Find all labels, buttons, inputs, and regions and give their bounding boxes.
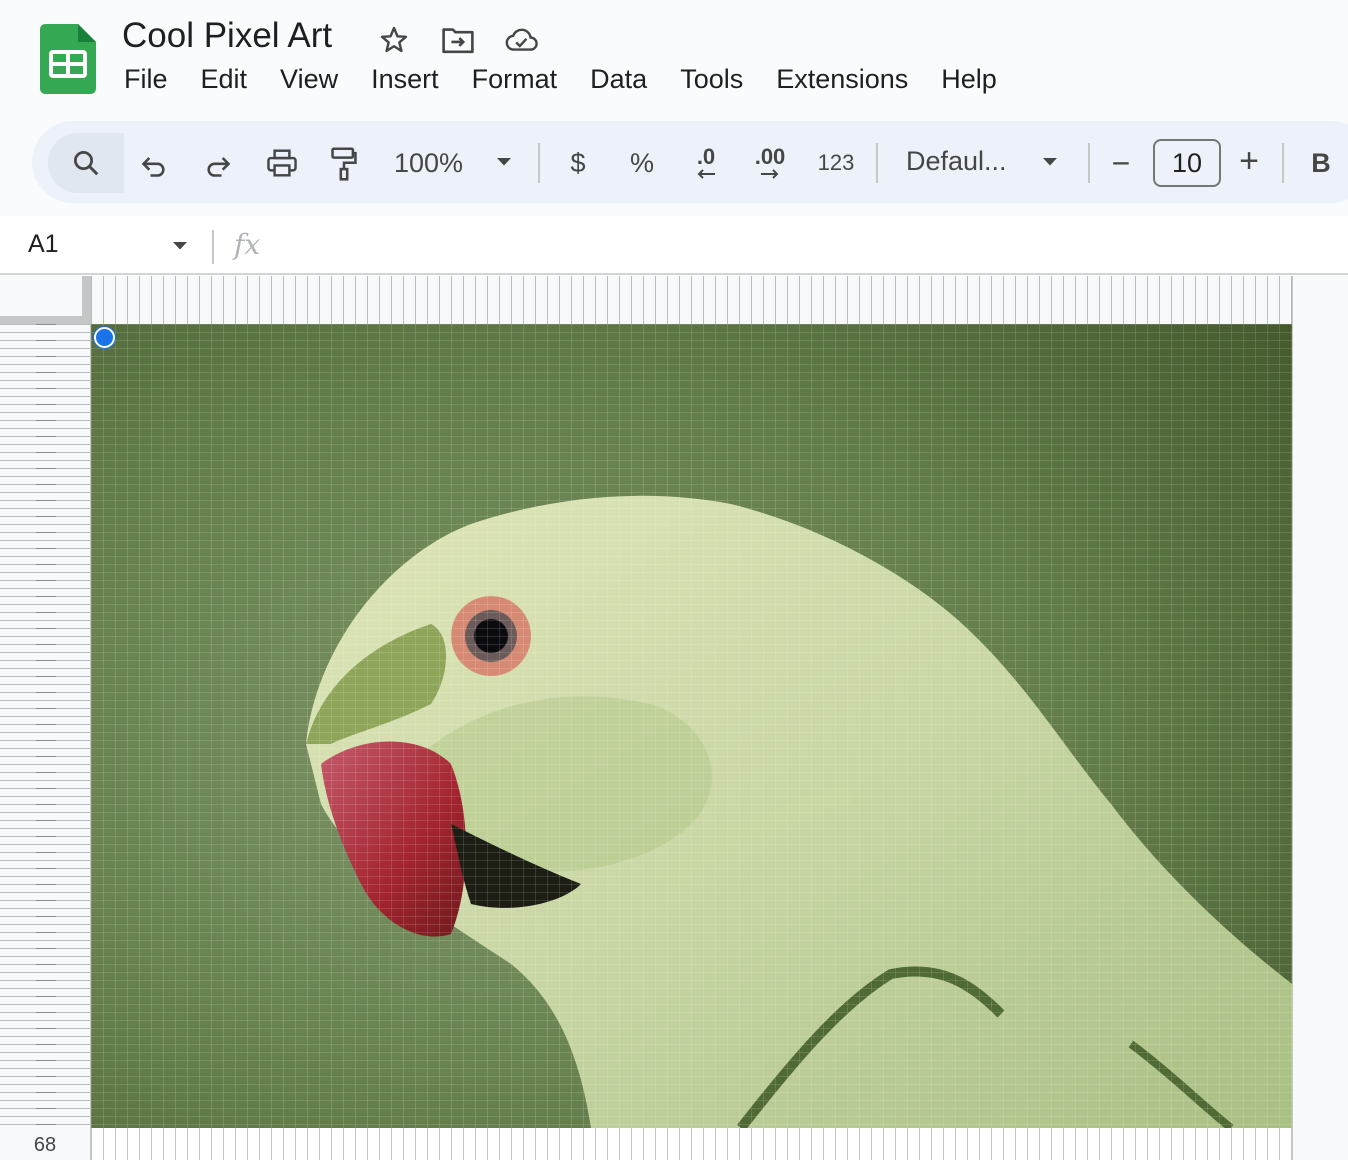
- print-icon[interactable]: [262, 143, 302, 183]
- toolbar-divider: [1088, 143, 1090, 183]
- font-dropdown-icon[interactable]: [1038, 150, 1062, 174]
- currency-format-button[interactable]: $: [562, 143, 594, 183]
- arrow-right-icon: [761, 169, 779, 179]
- row-number-label: 68: [33, 1134, 57, 1156]
- cloud-saved-icon[interactable]: [503, 22, 539, 58]
- fx-icon: fx: [234, 228, 261, 261]
- menu-extensions[interactable]: Extensions: [776, 64, 908, 95]
- decrease-decimal-label: .0: [696, 144, 716, 169]
- name-box-dropdown-icon[interactable]: [170, 236, 190, 256]
- parrot-pixel-image: [91, 324, 1292, 1128]
- toolbar-divider: [876, 143, 878, 183]
- star-icon[interactable]: [376, 22, 412, 58]
- bold-button[interactable]: B: [1306, 143, 1336, 183]
- formula-input[interactable]: [280, 226, 1280, 264]
- menu-data[interactable]: Data: [590, 64, 647, 95]
- increase-font-size-button[interactable]: +: [1234, 141, 1264, 181]
- row-headers[interactable]: [0, 324, 91, 1128]
- pixel-art-cells[interactable]: [91, 324, 1292, 1128]
- toolbar-divider: [1282, 143, 1284, 183]
- decrease-decimal-button[interactable]: .0: [684, 141, 728, 185]
- document-title[interactable]: Cool Pixel Art: [122, 16, 332, 56]
- increase-decimal-button[interactable]: .00: [748, 141, 792, 185]
- row-number-labels: [36, 324, 56, 1128]
- decrease-font-size-button[interactable]: −: [1106, 143, 1136, 183]
- menu-help[interactable]: Help: [941, 64, 997, 95]
- menu-insert[interactable]: Insert: [371, 64, 439, 95]
- number-format-button[interactable]: 123: [810, 143, 862, 183]
- menu-view[interactable]: View: [280, 64, 338, 95]
- formula-divider: [212, 230, 214, 264]
- column-headers[interactable]: [91, 276, 1292, 325]
- menu-edit[interactable]: Edit: [201, 64, 248, 95]
- row-freeze-handle[interactable]: [0, 316, 91, 324]
- font-select[interactable]: Defaul...: [906, 141, 1007, 181]
- increase-decimal-label: .00: [754, 144, 786, 169]
- zoom-dropdown-icon[interactable]: [492, 150, 516, 174]
- toolbar-divider: [538, 143, 540, 183]
- percent-format-button[interactable]: %: [626, 143, 658, 183]
- grid-right-gutter: [1292, 276, 1348, 1160]
- undo-icon[interactable]: [134, 145, 174, 185]
- menu-format[interactable]: Format: [472, 64, 558, 95]
- font-size-input[interactable]: 10: [1153, 139, 1221, 187]
- redo-icon[interactable]: [198, 145, 238, 185]
- menu-bar: File Edit View Insert Format Data Tools …: [124, 64, 997, 95]
- menu-file[interactable]: File: [124, 64, 168, 95]
- zoom-select[interactable]: 100%: [394, 143, 463, 183]
- move-folder-icon[interactable]: [440, 22, 476, 58]
- search-icon[interactable]: [66, 143, 106, 183]
- empty-row-cells[interactable]: [91, 1128, 1292, 1160]
- menu-tools[interactable]: Tools: [680, 64, 743, 95]
- selection-handle[interactable]: [94, 327, 115, 348]
- arrow-left-icon: [697, 169, 715, 179]
- paint-format-icon[interactable]: [324, 143, 364, 185]
- select-all-corner[interactable]: [0, 276, 83, 317]
- sheets-logo-icon[interactable]: [40, 24, 96, 94]
- name-box[interactable]: A1: [28, 230, 59, 259]
